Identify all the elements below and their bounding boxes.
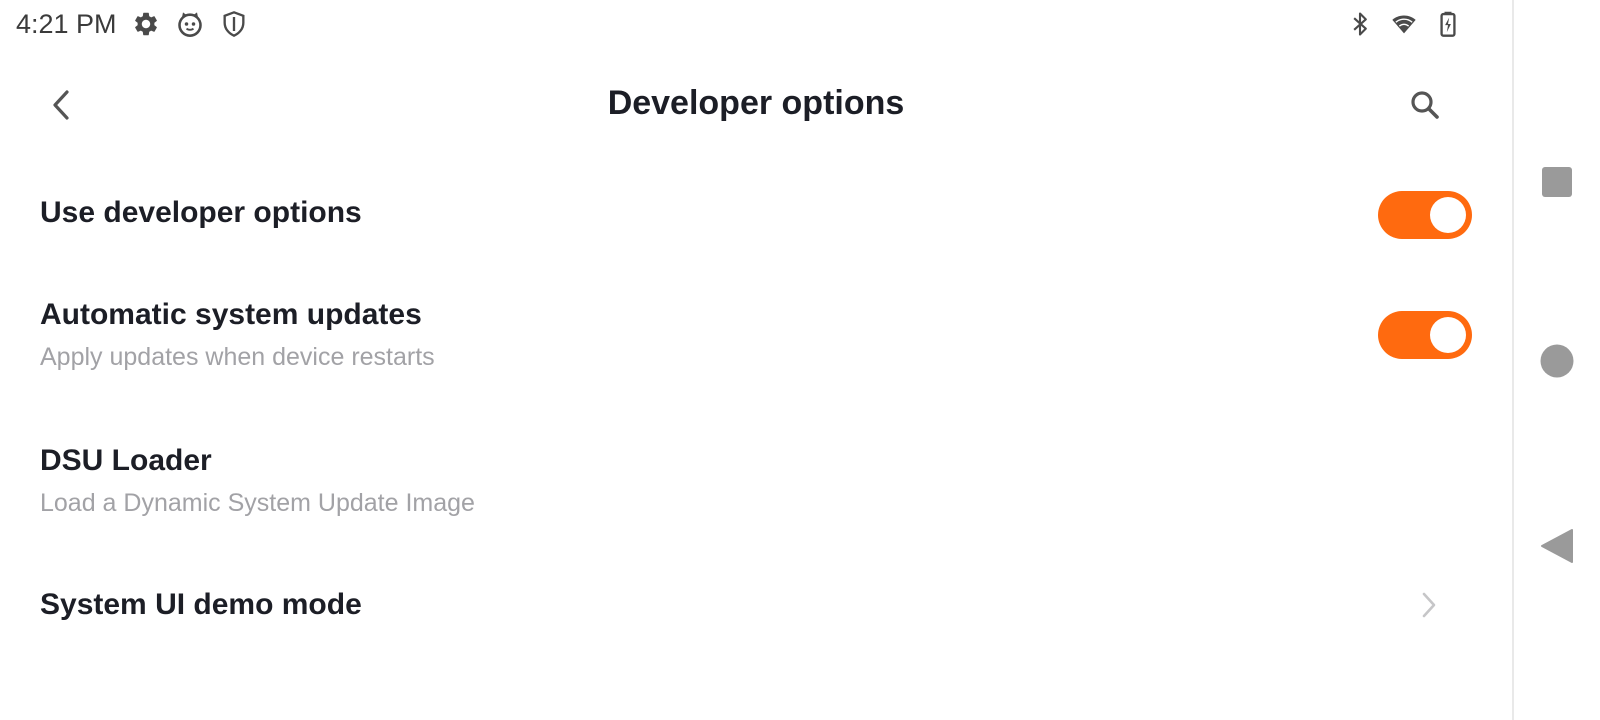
battery-charging-icon [1440, 11, 1456, 37]
setting-row-automatic-system-updates[interactable]: Automatic system updates Apply updates w… [0, 290, 1512, 400]
back-triangle-icon [1541, 529, 1573, 563]
setting-title: Automatic system updates [40, 298, 422, 331]
wifi-icon [1392, 15, 1416, 34]
status-bar: 4:21 PM [0, 0, 1512, 50]
navigation-bar [1512, 0, 1600, 720]
recents-square-icon [1542, 167, 1572, 197]
settings-app: 4:21 PM Developer options Use developer … [0, 0, 1512, 720]
gear-icon [135, 12, 157, 36]
nav-back-button[interactable] [1540, 528, 1574, 569]
status-time: 4:21 PM [16, 9, 117, 39]
app-header: Developer options [0, 70, 1512, 140]
setting-title: Use developer options [40, 196, 362, 229]
page-title: Developer options [607, 84, 905, 122]
setting-title: System UI demo mode [40, 588, 362, 621]
shield-icon [223, 11, 245, 37]
chevron-right-icon [1422, 592, 1436, 618]
setting-row-dsu-loader[interactable]: DSU Loader Load a Dynamic System Update … [0, 440, 1512, 550]
bluetooth-icon [1353, 12, 1367, 36]
automatic-system-updates-toggle[interactable] [1378, 311, 1472, 359]
setting-subtitle: Apply updates when device restarts [40, 343, 435, 371]
setting-row-system-ui-demo-mode[interactable]: System UI demo mode [0, 580, 1512, 670]
screen: 4:21 PM Developer options Use developer … [0, 0, 1600, 720]
home-button[interactable] [1540, 344, 1574, 383]
recents-button[interactable] [1541, 166, 1573, 203]
use-developer-options-toggle[interactable] [1378, 191, 1472, 239]
toggle-knob [1430, 317, 1466, 353]
status-left-icons [132, 10, 248, 38]
status-right-icons [1346, 10, 1462, 38]
search-icon [1411, 91, 1439, 119]
home-circle-icon [1540, 344, 1574, 378]
cat-face-icon [178, 12, 202, 37]
toggle-knob [1430, 197, 1466, 233]
search-button[interactable] [1404, 84, 1446, 126]
setting-subtitle: Load a Dynamic System Update Image [40, 489, 475, 517]
setting-row-use-developer-options[interactable]: Use developer options [0, 170, 1512, 260]
setting-title: DSU Loader [40, 444, 212, 477]
